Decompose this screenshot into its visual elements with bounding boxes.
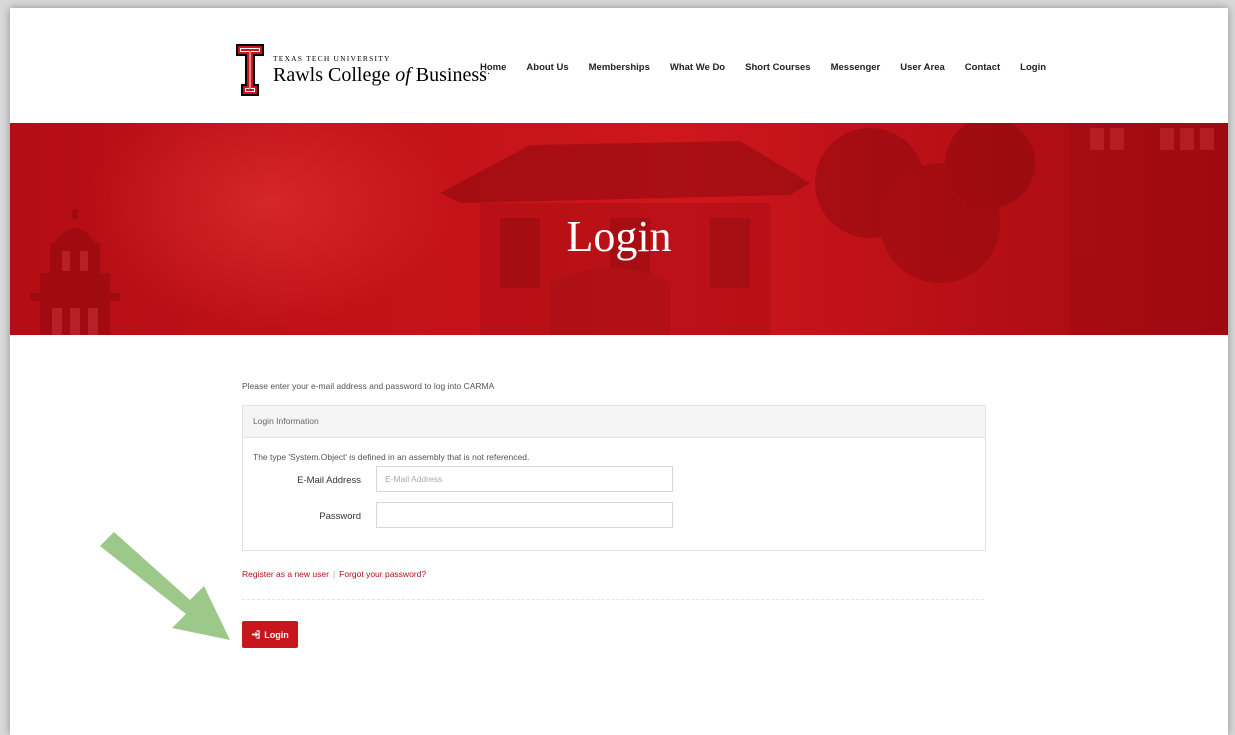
panel-title: Login Information	[253, 416, 319, 426]
link-separator: |	[332, 569, 336, 579]
nav-home[interactable]: Home	[480, 62, 506, 73]
account-links: Register as a new user | Forgot your passw…	[242, 569, 426, 579]
login-button-label: Login	[264, 629, 289, 640]
password-input[interactable]	[376, 502, 673, 528]
nav-login[interactable]: Login	[1020, 62, 1046, 73]
logo-university-name: TEXAS TECH UNIVERSITY	[273, 53, 391, 63]
nav-contact[interactable]: Contact	[965, 62, 1000, 73]
panel-header: Login Information	[243, 406, 985, 438]
main-nav: Home About Us Memberships What We Do Sho…	[480, 62, 1046, 73]
login-instructions: Please enter your e-mail address and pas…	[242, 381, 495, 391]
university-logo[interactable]: TEXAS TECH UNIVERSITY Rawls College of B…	[235, 43, 490, 97]
double-t-logo-icon	[235, 43, 265, 97]
nav-memberships[interactable]: Memberships	[589, 62, 650, 73]
page-title: Login	[566, 212, 672, 261]
login-panel: Login Information The type 'System.Objec…	[242, 405, 986, 551]
nav-user-area[interactable]: User Area	[900, 62, 945, 73]
email-input[interactable]	[376, 466, 673, 492]
logo-text: TEXAS TECH UNIVERSITY Rawls College of B…	[273, 54, 490, 87]
register-link[interactable]: Register as a new user	[242, 569, 329, 579]
nav-about-us[interactable]: About Us	[526, 62, 568, 73]
email-label: E-Mail Address	[297, 475, 361, 486]
hero-banner: Login	[10, 123, 1228, 335]
login-button[interactable]: Login	[242, 621, 298, 648]
logo-college-name: Rawls College of Business·	[273, 63, 491, 86]
sign-in-icon	[252, 630, 260, 639]
nav-messenger[interactable]: Messenger	[831, 62, 881, 73]
nav-short-courses[interactable]: Short Courses	[745, 62, 810, 73]
password-label: Password	[319, 511, 361, 522]
nav-what-we-do[interactable]: What We Do	[670, 62, 725, 73]
error-message: The type 'System.Object' is defined in a…	[253, 452, 530, 462]
browser-page: TEXAS TECH UNIVERSITY Rawls College of B…	[10, 8, 1228, 735]
site-header: TEXAS TECH UNIVERSITY Rawls College of B…	[10, 8, 1228, 123]
forgot-password-link[interactable]: Forgot your password?	[339, 569, 426, 579]
form-divider	[242, 599, 984, 600]
green-arrow-icon	[100, 532, 230, 640]
